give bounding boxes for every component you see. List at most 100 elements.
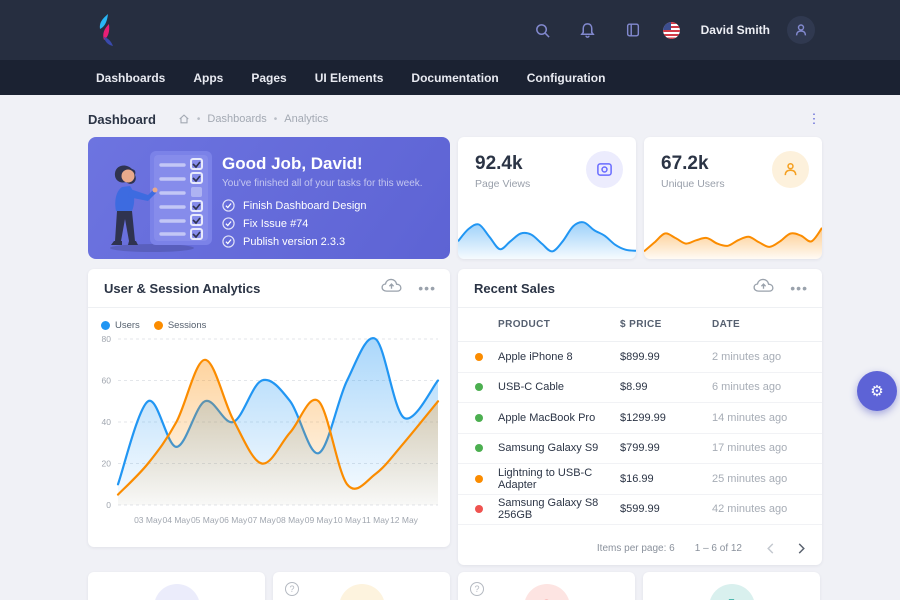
gear-icon: ⚙	[870, 383, 884, 400]
legend-users: Users	[101, 320, 140, 331]
nav-item-configuration[interactable]: Configuration	[527, 71, 606, 85]
status-dot-icon	[475, 413, 483, 422]
bookmarks-icon[interactable]	[618, 15, 648, 45]
sparkline-chart	[644, 227, 822, 259]
prev-page-chevron-icon[interactable]	[766, 542, 775, 554]
cell-price: $1299.99	[620, 411, 666, 424]
cell-product: USB-C Cable	[498, 381, 565, 394]
svg-text:06 May: 06 May	[219, 515, 248, 525]
status-dot-icon	[475, 352, 483, 361]
nav-item-documentation[interactable]: Documentation	[411, 71, 498, 85]
check-circle-icon	[222, 235, 235, 248]
task-item: Publish version 2.3.3	[222, 235, 450, 248]
app-logo-icon[interactable]	[95, 13, 121, 47]
table-row[interactable]: USB-C Cable $8.99 6 minutes ago	[458, 373, 822, 403]
help-icon[interactable]: ?	[470, 582, 484, 596]
table-row[interactable]: Apple MacBook Pro $1299.99 14 minutes ago	[458, 403, 822, 434]
breadcrumb-link[interactable]: Dashboards	[207, 113, 266, 125]
cell-product: Lightning to USB-C Adapter	[498, 466, 593, 491]
svg-text:60: 60	[102, 376, 112, 386]
breadcrumb: Dashboard • Dashboards • Analytics ⋮	[88, 111, 822, 127]
cell-date: 42 minutes ago	[712, 503, 788, 516]
col-price: $ PRICE	[620, 319, 662, 330]
sales-table-header: PRODUCT $ PRICE DATE	[458, 308, 822, 342]
svg-text:40: 40	[102, 417, 112, 427]
notifications-bell-icon[interactable]	[573, 15, 603, 45]
col-product: PRODUCT	[498, 319, 551, 330]
cell-date: 17 minutes ago	[712, 442, 788, 455]
legend-label: Sessions	[167, 320, 207, 331]
cell-price: $799.99	[620, 442, 660, 455]
cell-product: Apple MacBook Pro	[498, 411, 596, 424]
user-name: David Smith	[700, 23, 770, 37]
next-page-chevron-icon[interactable]	[797, 542, 806, 554]
col-date: DATE	[712, 319, 741, 330]
check-circle-icon	[222, 217, 235, 230]
sales-pagination: Items per page: 6 1 – 6 of 12	[458, 531, 822, 565]
mini-stat-card[interactable]	[643, 572, 820, 600]
main-nav: Dashboards Apps Pages UI Elements Documentat…	[0, 60, 900, 95]
cell-price: $16.99	[620, 472, 654, 485]
svg-text:20: 20	[102, 459, 112, 469]
mini-stat-card[interactable]: ?	[273, 572, 450, 600]
mini-stat-card[interactable]	[88, 572, 265, 600]
language-flag-icon[interactable]	[662, 21, 680, 39]
sales-menu-kebab-icon[interactable]: •••	[790, 281, 808, 295]
svg-text:04 May: 04 May	[163, 515, 192, 525]
svg-text:09 May: 09 May	[305, 515, 334, 525]
cell-date: 2 minutes ago	[712, 350, 782, 363]
help-icon[interactable]: ?	[285, 582, 299, 596]
welcome-title: Good Job, David!	[222, 154, 363, 173]
table-row[interactable]: Lightning to USB-C Adapter $16.99 25 minut…	[458, 464, 822, 495]
breadcrumb-link[interactable]: Analytics	[284, 113, 328, 125]
svg-text:03 May: 03 May	[134, 515, 163, 525]
nav-item-ui-elements[interactable]: UI Elements	[315, 71, 384, 85]
svg-text:10 May: 10 May	[333, 515, 362, 525]
legend-dot-icon	[101, 321, 110, 330]
cell-price: $8.99	[620, 381, 648, 394]
mini-stat-card[interactable]: ?	[458, 572, 635, 600]
page-range: 1 – 6 of 12	[694, 542, 742, 554]
svg-text:80: 80	[102, 334, 112, 344]
table-row[interactable]: Apple iPhone 8 $899.99 2 minutes ago	[458, 342, 822, 373]
sparkline-chart	[458, 221, 636, 259]
cell-price: $599.99	[620, 503, 660, 516]
top-header: David Smith	[0, 0, 900, 60]
analytics-menu-kebab-icon[interactable]: •••	[418, 281, 436, 295]
table-row[interactable]: Samsung Galaxy S9 $799.99 17 minutes ago	[458, 434, 822, 464]
stat-card-page-views[interactable]: 92.4k Page Views	[458, 137, 636, 259]
legend-sessions: Sessions	[153, 320, 207, 331]
cell-date: 14 minutes ago	[712, 411, 788, 424]
nav-item-pages[interactable]: Pages	[251, 71, 286, 85]
status-dot-icon	[475, 444, 483, 453]
recent-sales-card: Recent Sales ••• PRODUCT $ PRICE DATE Ap…	[458, 269, 822, 565]
nav-item-apps[interactable]: Apps	[193, 71, 223, 85]
table-row[interactable]: Samsung Galaxy S8 256GB $599.99 42 minutes…	[458, 495, 822, 525]
export-cloud-icon[interactable]	[753, 278, 774, 298]
page-options-kebab-icon[interactable]: ⋮	[806, 112, 822, 125]
nav-item-dashboards[interactable]: Dashboards	[96, 71, 165, 85]
cell-product: Apple iPhone 8	[498, 350, 573, 363]
search-icon[interactable]	[528, 15, 558, 45]
welcome-subtitle: You've finished all of your tasks for th…	[222, 178, 423, 189]
cell-product: Samsung Galaxy S8 256GB	[498, 497, 599, 522]
task-label: Publish version 2.3.3	[243, 235, 346, 248]
status-dot-icon	[475, 474, 483, 483]
svg-text:11 May: 11 May	[362, 515, 390, 525]
users-icon	[772, 151, 809, 188]
home-icon[interactable]	[178, 113, 190, 125]
svg-text:07 May: 07 May	[248, 515, 277, 525]
user-avatar-icon[interactable]	[787, 16, 815, 44]
check-circle-icon	[222, 199, 235, 212]
stat-card-unique-users[interactable]: 67.2k Unique Users	[644, 137, 822, 259]
export-cloud-icon[interactable]	[381, 278, 402, 298]
analytics-title: User & Session Analytics	[104, 280, 261, 296]
image-icon	[586, 151, 623, 188]
users-icon	[153, 584, 200, 600]
user-session-chart: 80604020003 May 04 May 05 May 06 May 07 May 0…	[102, 334, 440, 525]
analytics-card: User & Session Analytics ••• Users Sessio…	[88, 269, 450, 547]
theme-settings-fab[interactable]: ⚙	[857, 371, 897, 411]
sales-title: Recent Sales	[474, 280, 555, 296]
task-label: Finish Dashboard Design	[243, 199, 367, 212]
items-per-page[interactable]: Items per page: 6	[597, 543, 675, 554]
